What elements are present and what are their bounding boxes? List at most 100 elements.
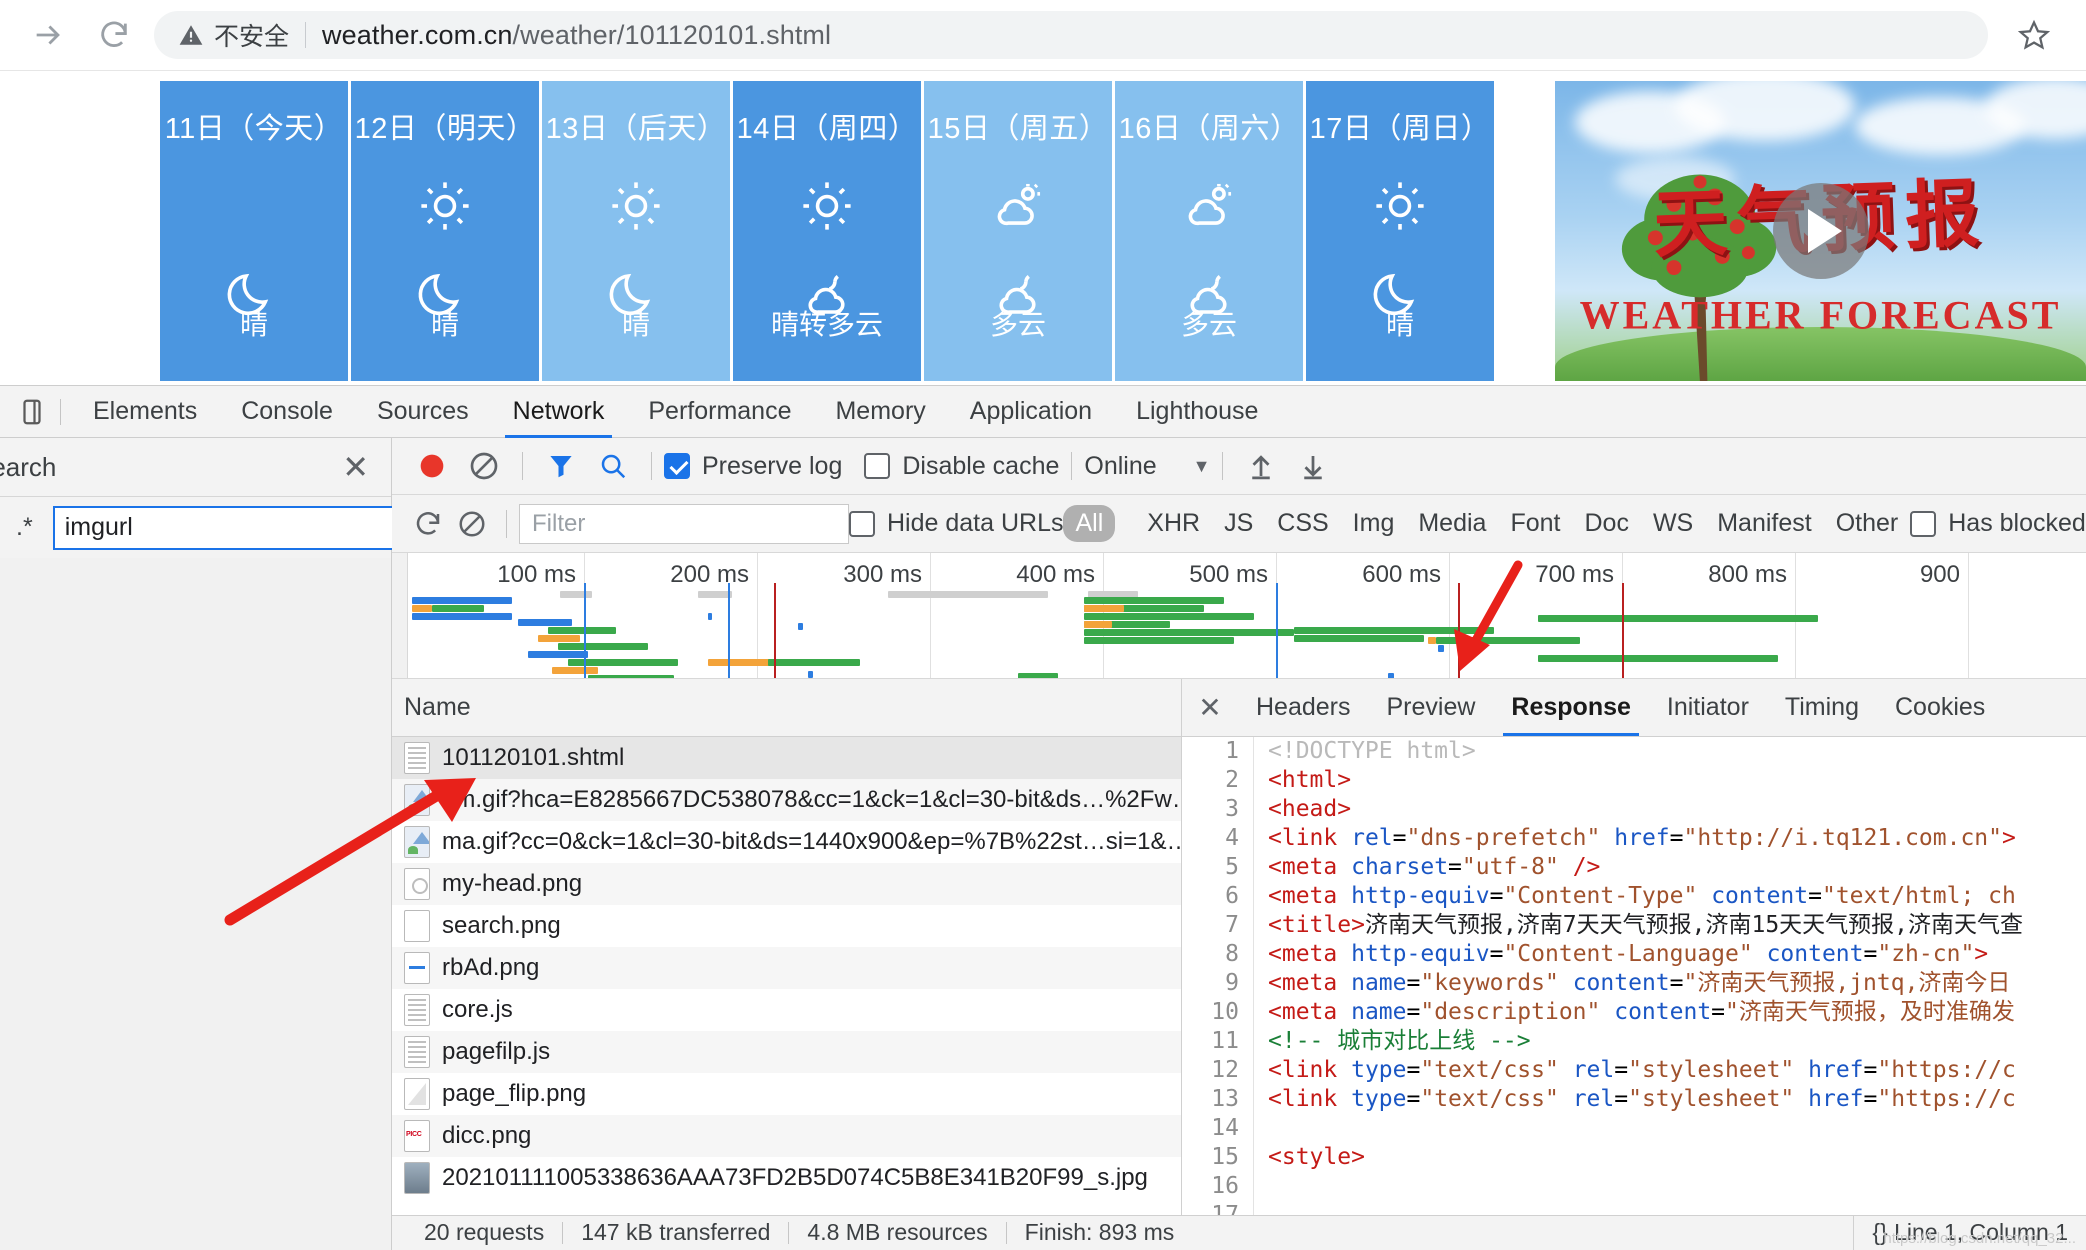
filter-chip-manifest[interactable]: Manifest (1705, 505, 1823, 542)
clear-icon[interactable] (458, 440, 510, 492)
weather-video-player[interactable]: 天气预报 WEATHER FORECAST (1555, 81, 2086, 381)
regex-toggle-button[interactable]: .* (10, 513, 39, 542)
tab-sources[interactable]: Sources (355, 386, 491, 438)
dock-panel-icon[interactable] (8, 397, 56, 427)
watermark-text: https://blog.csdn.net/qq_32... (1883, 1230, 2076, 1247)
filter-chip-other[interactable]: Other (1824, 505, 1911, 542)
reload-icon[interactable] (92, 13, 136, 57)
request-name: search.png (442, 911, 561, 939)
request-list-header[interactable]: Name (392, 678, 1181, 737)
table-row[interactable]: hm.gif?hca=E8285667DC538078&cc=1&ck=1&cl… (392, 778, 1181, 821)
code-line: 12 <link type="text/css" rel="stylesheet"… (1182, 1055, 2086, 1085)
star-icon[interactable] (2008, 19, 2060, 51)
hide-data-urls-label: Hide data URLs (887, 509, 1064, 538)
import-har-icon[interactable] (1235, 440, 1287, 492)
refresh-icon[interactable] (406, 498, 450, 550)
filter-chip-doc[interactable]: Doc (1572, 505, 1640, 542)
request-name: core.js (442, 995, 513, 1023)
tab-console[interactable]: Console (219, 386, 355, 438)
filter-chip-img[interactable]: Img (1341, 505, 1407, 542)
table-row[interactable]: dicc.png (392, 1114, 1181, 1157)
request-rows: 101120101.shtml hm.gif?hca=E8285667DC538… (392, 736, 1181, 1215)
has-blocked-cookies-checkbox[interactable] (1910, 510, 1937, 537)
partly-cloudy-icon (1182, 173, 1236, 239)
tab-initiator[interactable]: Initiator (1649, 678, 1767, 736)
table-row[interactable]: rbAd.png (392, 946, 1181, 989)
filter-funnel-icon[interactable] (535, 440, 587, 492)
hide-data-urls-checkbox[interactable] (849, 510, 875, 537)
code-text: <meta http-equiv="Content-Type" content=… (1268, 882, 2016, 909)
weather-day-card[interactable]: 16日（周六） 多云 (1115, 81, 1303, 381)
address-bar[interactable]: 不安全 weather.com.cn/weather/101120101.sht… (154, 11, 1988, 59)
tab-cookies[interactable]: Cookies (1877, 678, 2003, 736)
close-icon[interactable]: ✕ (342, 451, 369, 483)
filter-input[interactable] (519, 503, 849, 544)
weather-day-desc: 多云 (1180, 309, 1237, 340)
weather-day-title: 14日（周四） (736, 113, 918, 145)
tab-elements[interactable]: Elements (71, 386, 219, 438)
clear-requests-icon[interactable] (450, 498, 494, 550)
weather-day-card[interactable]: 15日（周五） 多云 (924, 81, 1112, 381)
filter-chip-css[interactable]: CSS (1265, 505, 1340, 542)
tab-response[interactable]: Response (1493, 678, 1648, 737)
close-icon[interactable]: ✕ (1182, 691, 1238, 724)
table-row[interactable]: pagefilp.js (392, 1030, 1181, 1073)
tab-preview[interactable]: Preview (1369, 678, 1494, 736)
tab-memory[interactable]: Memory (813, 386, 947, 438)
disable-cache-checkbox[interactable] (864, 453, 891, 480)
timeline-tick-label: 200 ms (670, 560, 749, 588)
tab-headers[interactable]: Headers (1238, 678, 1369, 736)
timeline-tick-label: 900 (1919, 560, 1960, 588)
search-icon[interactable] (587, 440, 639, 492)
detail-tab-bar: ✕ Headers Preview Response Initiator Tim… (1182, 678, 2086, 737)
network-overview-timeline[interactable]: 100 ms 200 ms 300 ms 400 ms 500 ms 600 m… (392, 552, 2086, 679)
preserve-log-checkbox[interactable] (664, 453, 690, 480)
filter-chip-media[interactable]: Media (1406, 505, 1498, 542)
filter-chip-js[interactable]: JS (1212, 505, 1265, 542)
tab-performance[interactable]: Performance (626, 386, 813, 438)
table-row[interactable]: my-head.png (392, 862, 1181, 905)
table-row[interactable]: page_flip.png (392, 1073, 1181, 1115)
url-text: weather.com.cn/weather/101120101.shtml (322, 20, 831, 51)
code-line: 15 <style> (1182, 1142, 2086, 1172)
tab-timing[interactable]: Timing (1767, 678, 1877, 736)
weather-day-card[interactable]: 11日（今天） 晴 (160, 81, 348, 381)
tab-network[interactable]: Network (491, 386, 627, 438)
export-har-icon[interactable] (1287, 440, 1339, 492)
request-name: 101120101.shtml (442, 743, 625, 771)
finish-time: Finish: 893 ms (1024, 1219, 1175, 1246)
toolbar-divider (506, 509, 507, 538)
response-source-view[interactable]: 1 <!DOCTYPE html> 2 <html> 3 <head> 4 <link rel… (1182, 736, 2086, 1215)
request-name: dicc.png (442, 1121, 532, 1149)
search-input[interactable] (52, 505, 399, 550)
weather-day-card[interactable]: 13日（后天） 晴 (542, 81, 730, 381)
play-button-icon[interactable] (1772, 183, 1869, 279)
overview-gutter (392, 552, 408, 678)
table-row[interactable]: search.png (392, 905, 1181, 947)
table-row[interactable]: 101120101.shtml (392, 736, 1181, 779)
weather-day-card[interactable]: 17日（周日） 晴 (1306, 81, 1494, 381)
tab-application[interactable]: Application (948, 386, 1114, 438)
partly-cloudy-icon (991, 173, 1045, 239)
weather-day-card[interactable]: 12日（明天） 晴 (351, 81, 539, 381)
table-row[interactable]: ma.gif?cc=0&ck=1&cl=30-bit&ds=1440x900&e… (392, 821, 1181, 863)
search-results-list (0, 558, 391, 1250)
weather-day-title: 17日（周日） (1309, 113, 1491, 145)
filter-chip-all[interactable]: All (1063, 505, 1116, 543)
filter-chip-xhr[interactable]: XHR (1135, 505, 1212, 542)
chevron-down-icon[interactable]: ▼ (1193, 456, 1211, 477)
resources-size: 4.8 MB resources (807, 1219, 988, 1246)
weather-day-card[interactable]: 14日（周四） 晴转多云 (733, 81, 921, 381)
filter-chip-font[interactable]: Font (1498, 505, 1572, 542)
tab-lighthouse[interactable]: Lighthouse (1114, 386, 1280, 438)
forward-arrow-icon[interactable] (26, 13, 70, 57)
weather-day-title: 15日（周五） (927, 113, 1109, 145)
table-row[interactable]: 202101111005338636AAA73FD2B5D074C5B8E341… (392, 1157, 1181, 1199)
record-stop-icon[interactable] (406, 440, 458, 492)
filter-chip-ws[interactable]: WS (1641, 505, 1705, 542)
code-line: 4 <link rel="dns-prefetch" href="http://i… (1182, 823, 2086, 853)
throttling-select-value[interactable]: Online (1084, 452, 1156, 481)
network-split-view: Name 101120101.shtml hm.gif?hca=E8285667… (224, 678, 2086, 1215)
table-row[interactable]: core.js (392, 989, 1181, 1031)
